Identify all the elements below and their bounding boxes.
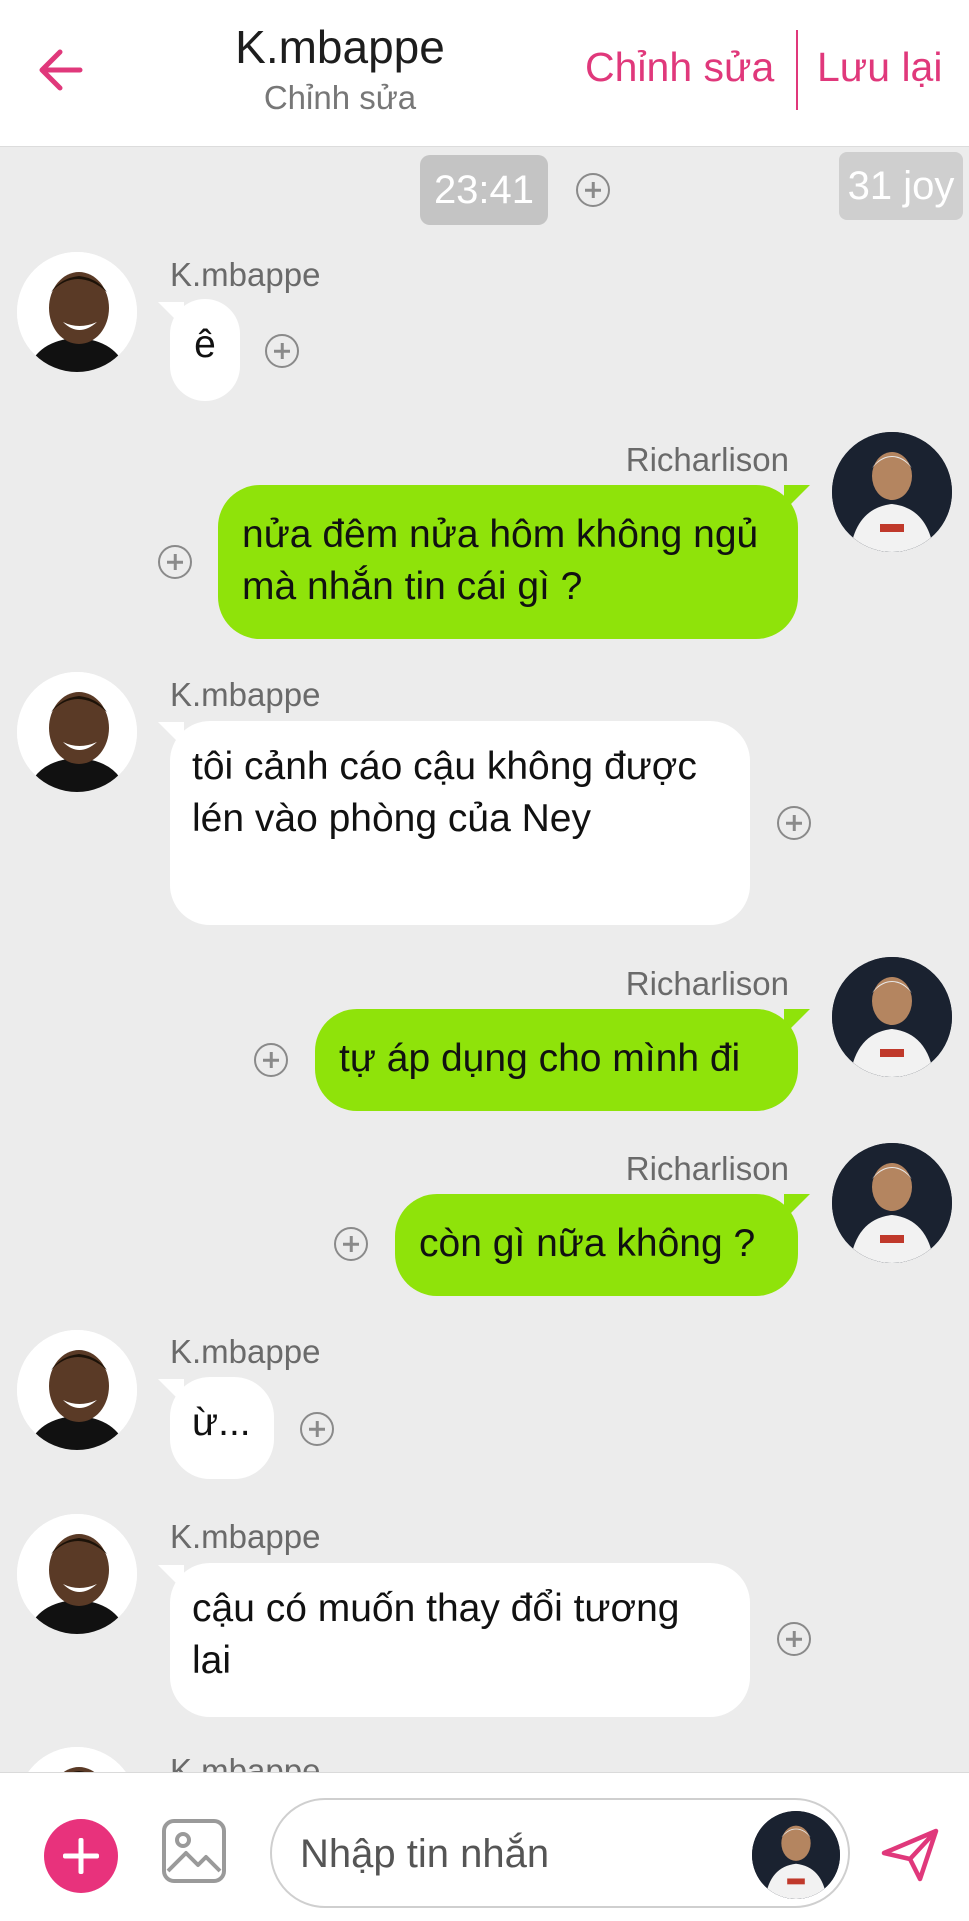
page-title: K.mbappe [235,21,445,73]
person-avatar-icon [17,1747,137,1772]
sender-name: K.mbappe [170,1333,321,1370]
add-reaction-button[interactable] [777,1622,811,1656]
avatar-mbappe[interactable] [17,1747,137,1772]
title-block: K.mbappe Chỉnh sửa [190,18,490,118]
message-bubble[interactable]: tự áp dụng cho mình đi [315,1009,798,1111]
header-divider [796,30,798,110]
time-badge[interactable]: 23:41 [420,155,548,225]
image-icon [162,1819,226,1883]
avatar-mbappe[interactable] [17,672,137,792]
add-time-button[interactable] [576,173,610,207]
person-avatar-icon [832,432,952,552]
save-button[interactable]: Lưu lại [817,42,942,92]
add-reaction-button[interactable] [334,1227,368,1261]
sender-avatar-picker[interactable] [752,1811,840,1899]
person-avatar-icon [17,1330,137,1450]
message-bubble[interactable]: ê [170,299,240,401]
joy-badge[interactable]: 31 joy [839,152,963,220]
avatar-richarlison[interactable] [832,1143,952,1263]
person-avatar-icon [17,252,137,372]
person-avatar-icon [832,1143,952,1263]
image-picker-button[interactable] [160,1817,228,1885]
chat-header: K.mbappe Chỉnh sửa Chỉnh sửa Lưu lại [0,0,969,147]
message-bubble[interactable]: ừ... [170,1377,274,1479]
page-subtitle: Chỉnh sửa [263,79,417,116]
avatar-richarlison[interactable] [832,432,952,552]
message-list[interactable]: 23:41 31 joy K.mbappe ê Richarlison nửa … [0,147,969,1772]
person-avatar-icon [752,1811,840,1899]
message-bubble[interactable]: cậu có muốn thay đổi tương lai [170,1563,750,1717]
composer-bar [0,1772,969,1921]
add-reaction-button[interactable] [158,545,192,579]
avatar-mbappe[interactable] [17,1514,137,1634]
avatar-mbappe[interactable] [17,1330,137,1450]
message-input-container[interactable] [270,1798,850,1908]
sender-name: K.mbappe [170,256,321,293]
avatar-richarlison[interactable] [832,957,952,1077]
sender-name: Richarlison [625,1150,789,1187]
avatar-mbappe[interactable] [17,252,137,372]
sender-name: Richarlison [625,965,789,1002]
sender-name: K.mbappe [170,1518,321,1555]
person-avatar-icon [17,672,137,792]
message-input[interactable] [298,1822,702,1886]
arrow-left-icon [39,49,83,91]
send-icon [881,1828,939,1882]
sender-name: K.mbappe [170,676,321,713]
message-bubble[interactable]: nửa đêm nửa hôm không ngủ mà nhắn tin cá… [218,485,798,639]
add-reaction-button[interactable] [254,1043,288,1077]
add-attachment-button[interactable] [44,1819,118,1893]
back-button[interactable] [30,40,90,100]
add-reaction-button[interactable] [777,806,811,840]
message-bubble[interactable]: tôi cảnh cáo cậu không được lén vào phòn… [170,721,750,925]
sender-name: Richarlison [625,441,789,478]
sender-name: K.mbappe [170,1752,321,1772]
add-reaction-button[interactable] [300,1412,334,1446]
send-button[interactable] [880,1825,940,1885]
add-reaction-button[interactable] [265,334,299,368]
edit-button[interactable]: Chỉnh sửa [585,42,774,92]
person-avatar-icon [832,957,952,1077]
message-bubble[interactable]: còn gì nữa không ? [395,1194,798,1296]
person-avatar-icon [17,1514,137,1634]
